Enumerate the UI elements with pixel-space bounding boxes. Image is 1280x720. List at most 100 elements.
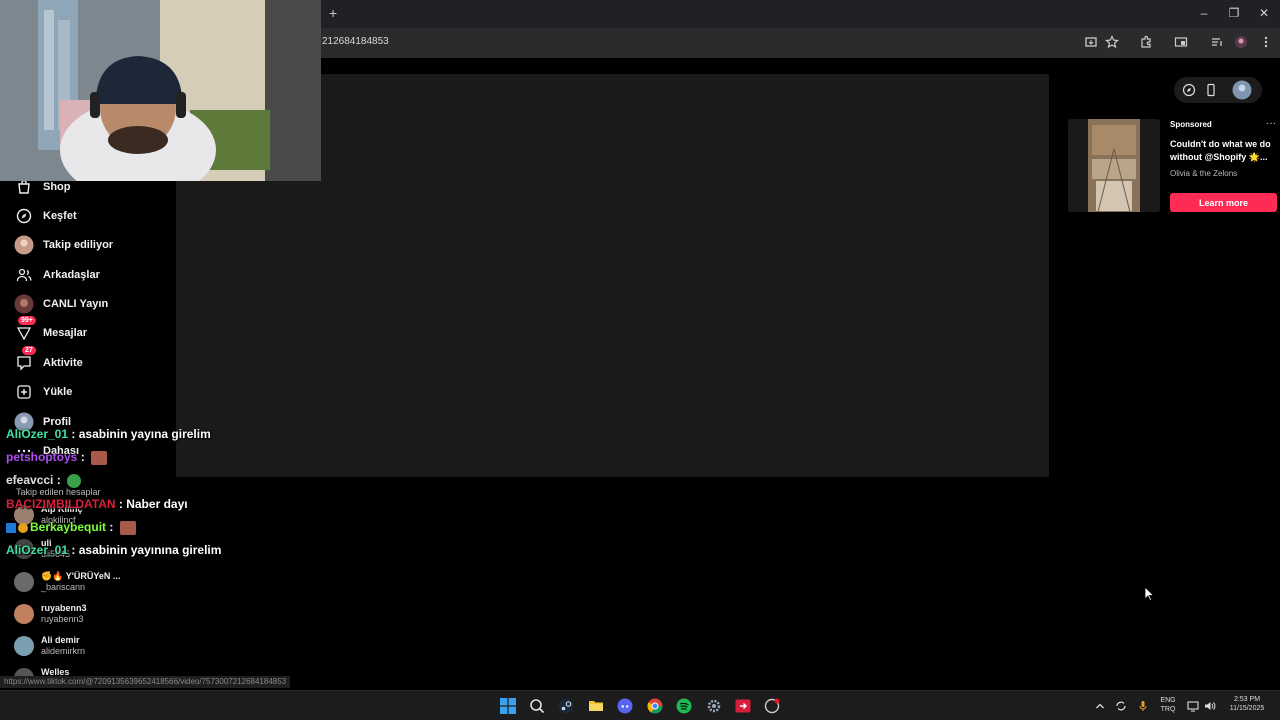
minimize-button[interactable]: – xyxy=(1197,6,1211,20)
following-accounts-title: Takip edilen hesaplar xyxy=(16,487,101,497)
sidebar-item-label: Mesajlar xyxy=(43,327,88,339)
sponsored-ad: Sponsored ··· Couldn't do what we do wit… xyxy=(1066,118,1280,213)
search-icon[interactable] xyxy=(527,696,547,716)
chat-text: : xyxy=(109,520,114,534)
sidebar-item-live[interactable]: CANLI Yayın xyxy=(14,293,108,315)
restore-button[interactable]: ❐ xyxy=(1227,6,1241,20)
discord-icon[interactable] xyxy=(615,696,635,716)
account-username: ruyabenn3 xyxy=(41,614,84,624)
upload-plus-icon xyxy=(14,382,34,402)
ad-headline: Couldn't do what we do without @Shopify … xyxy=(1170,139,1271,162)
chat-text: : asabinin yayınına girelim xyxy=(71,543,222,557)
following-account-item[interactable]: ✊🔥 Y'ÜRÜYeN ... _bariscann xyxy=(14,570,120,594)
chat-username: efeavcci xyxy=(6,473,54,487)
explore-icon[interactable] xyxy=(1182,83,1196,97)
friends-icon xyxy=(14,265,34,285)
chat-emote-icon xyxy=(119,520,136,535)
sidebar-item-label: Shop xyxy=(43,181,71,193)
following-avatar-icon xyxy=(14,235,34,255)
sync-icon[interactable] xyxy=(1111,696,1131,716)
account-username: _bariscann xyxy=(41,582,86,592)
volume-icon[interactable] xyxy=(1200,696,1220,716)
ad-thumbnail[interactable] xyxy=(1068,119,1160,212)
spotify-icon[interactable] xyxy=(674,696,694,716)
install-app-icon[interactable] xyxy=(1084,35,1098,49)
chat-username: BACIZIMBILDATAN xyxy=(6,497,116,511)
new-tab-button[interactable]: + xyxy=(329,5,337,21)
compass-icon xyxy=(14,206,34,226)
live-avatar-icon xyxy=(14,294,34,314)
steam-icon[interactable] xyxy=(556,696,576,716)
chat-message: BACIZIMBILDATAN : Naber dayı xyxy=(6,497,188,511)
obs-icon[interactable] xyxy=(733,696,753,716)
sponsored-label: Sponsored xyxy=(1170,120,1212,129)
chat-message: petshoptoys : xyxy=(6,450,108,465)
show-hidden-icons-chevron-icon[interactable] xyxy=(1090,696,1110,716)
sidebar-item-label: Arkadaşlar xyxy=(43,269,100,281)
chat-badge-icon xyxy=(18,522,28,533)
sidebar-item-friends[interactable]: Arkadaşlar xyxy=(14,264,100,286)
messages-icon: 99+ xyxy=(14,316,36,343)
app-icon[interactable] xyxy=(762,696,782,716)
account-name: ✊🔥 Y'ÜRÜYeN ... xyxy=(41,571,121,581)
webcam-overlay xyxy=(0,0,321,181)
account-username: alidemirkrn xyxy=(41,646,86,656)
file-explorer-icon[interactable] xyxy=(586,696,606,716)
chat-emote-icon xyxy=(67,473,82,488)
chat-username: Berkaybequit xyxy=(30,520,107,534)
sidebar-item-explore[interactable]: Keşfet xyxy=(14,205,77,227)
desktop-screen: + – ❐ ✕ 212684184853 Shop Keşfet Takip e… xyxy=(0,0,1280,720)
ad-more-options-button[interactable]: ··· xyxy=(1266,118,1276,129)
close-window-button[interactable]: ✕ xyxy=(1257,6,1271,20)
mobile-device-icon[interactable] xyxy=(1204,83,1218,97)
sidebar-item-label: Keşfet xyxy=(43,210,77,222)
browser-menu-icon[interactable] xyxy=(1259,35,1273,49)
clock-date: 11/15/2025 xyxy=(1229,705,1265,712)
sidebar-item-messages[interactable]: 99+ Mesajlar xyxy=(14,316,88,344)
sidebar-item-upload[interactable]: Yükle xyxy=(14,381,72,403)
url-field[interactable]: 212684184853 xyxy=(322,36,389,47)
chat-message: Berkaybequit : xyxy=(6,520,136,535)
sidebar-item-label: Aktivite xyxy=(43,357,83,369)
messages-badge: 99+ xyxy=(18,316,36,325)
clock-time: 2:53 PM xyxy=(1233,696,1261,703)
extensions-puzzle-icon[interactable] xyxy=(1139,35,1153,49)
sidebar-item-label: CANLI Yayın xyxy=(43,298,109,310)
chat-text: : Naber dayı xyxy=(118,497,188,511)
media-control-icon[interactable] xyxy=(1210,35,1224,49)
language-indicator[interactable]: ENG TRQ xyxy=(1157,696,1179,714)
sidebar-item-following[interactable]: Takip ediliyor xyxy=(14,234,113,256)
sidebar-item-activity[interactable]: 27 Aktivite xyxy=(14,346,83,374)
bookmark-star-icon[interactable] xyxy=(1105,35,1119,49)
chat-message: AliOzer_01 : asabinin yayınına girelim xyxy=(6,543,221,557)
ad-brand: Olivia & the Zelons xyxy=(1170,169,1238,178)
chat-text: : xyxy=(80,450,85,464)
chat-text: : asabinin yayına girelim xyxy=(71,427,211,441)
profile-avatar-icon[interactable] xyxy=(1234,35,1248,49)
chat-username: AliOzer_01 xyxy=(6,543,69,557)
windows-taskbar: ENG TRQ 2:53 PM 11/15/2025 xyxy=(0,690,1280,720)
account-name: ruyabenn3 xyxy=(41,603,87,613)
windows-start-icon[interactable] xyxy=(498,696,518,716)
clock[interactable]: 2:53 PM 11/15/2025 xyxy=(1222,695,1272,713)
following-account-item[interactable]: Ali demir alidemirkrn xyxy=(14,634,85,658)
split-screen-icon[interactable] xyxy=(1174,35,1188,49)
settings-icon[interactable] xyxy=(704,696,724,716)
account-name: Ali demir xyxy=(41,635,80,645)
chat-message: AliOzer_01 : asabinin yayına girelim xyxy=(6,427,211,441)
chat-username: petshoptoys xyxy=(6,450,78,464)
chat-message: efeavcci : xyxy=(6,473,82,488)
learn-more-button[interactable]: Learn more xyxy=(1170,193,1277,212)
link-status-bar: https://www.tiktok.com/@7209135639652418… xyxy=(0,676,291,688)
chat-emote-icon xyxy=(91,450,108,465)
following-account-item[interactable]: ruyabenn3 ruyabenn3 xyxy=(14,602,87,626)
sidebar-item-label: Takip ediliyor xyxy=(43,239,114,251)
chrome-icon[interactable] xyxy=(645,696,665,716)
mouse-cursor-icon xyxy=(1145,587,1155,601)
chat-text: : xyxy=(56,473,61,487)
language-top: ENG xyxy=(1160,697,1176,704)
avatar xyxy=(14,572,34,592)
user-avatar-icon[interactable] xyxy=(1232,80,1252,100)
microphone-icon[interactable] xyxy=(1133,696,1153,716)
avatar xyxy=(14,604,34,624)
